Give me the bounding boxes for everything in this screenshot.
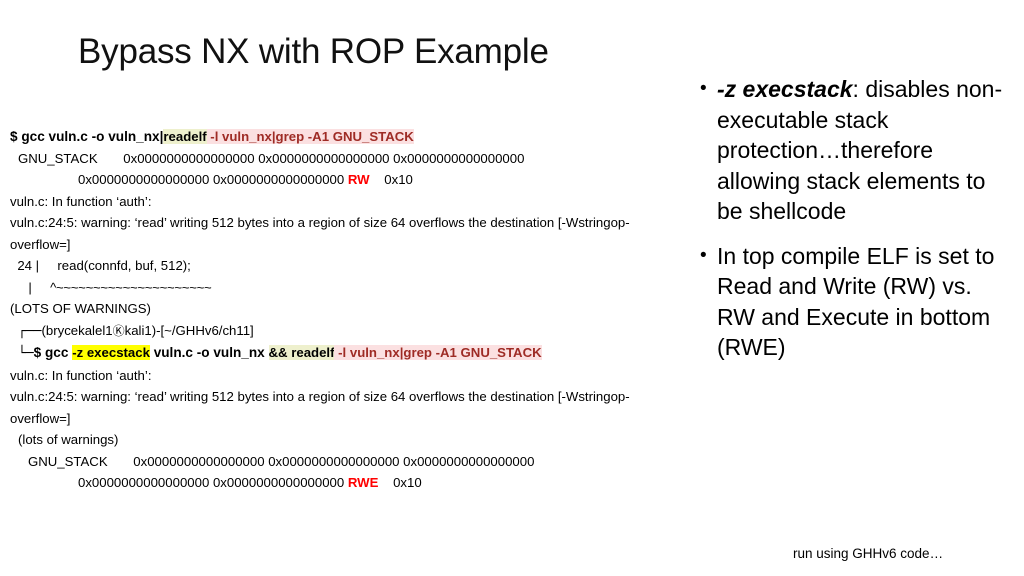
warning-1-bar: | xyxy=(10,279,51,295)
gnu-stack-output-2-line-2: 0x0000000000000000 0x0000000000000000 RW… xyxy=(10,472,682,494)
bullet-list: • -z execstack: disables non-executable … xyxy=(700,74,1010,377)
gnu-stack-output-2-line-1: GNU_STACK 0x0000000000000000 0x000000000… xyxy=(28,453,535,469)
warning-1-source-line: 24 | read(connfd, buf, 512); xyxy=(10,258,191,273)
command-2-source-out: vuln.c -o vuln_nx xyxy=(149,345,269,360)
bullet-point-icon: • xyxy=(700,244,707,266)
gnu-stack-output-2-addresses: 0x0000000000000000 0x0000000000000000 xyxy=(78,475,348,490)
command-2-grep-highlight: -l vuln_nx|grep -A1 GNU_STACK xyxy=(334,345,542,360)
gnu-stack-output-1-line-2: 0x0000000000000000 0x0000000000000000 RW… xyxy=(10,169,682,191)
prompt-host-path: kali1)-[~/GHHv6/ch11] xyxy=(124,322,254,338)
bullet-1-emphasis: -z execstack xyxy=(717,76,853,102)
gnu-stack-output-2-align: 0x10 xyxy=(378,475,422,490)
warning-1-carets: ^~~~~~~~~~~~~~~~~~~~~~ xyxy=(50,279,212,295)
stack-flags-rwe: RWE xyxy=(347,475,379,490)
warning-2-lots-note: (lots of warnings) xyxy=(18,432,119,447)
at-sign-icon: Ⓚ xyxy=(112,323,125,338)
gnu-stack-output-1-align: 0x10 xyxy=(369,172,413,187)
bullet-1-text: -z execstack: disables non-executable st… xyxy=(717,74,1010,227)
page-title: Bypass NX with ROP Example xyxy=(78,32,549,71)
warning-1-function: vuln.c: In function ‘auth’: xyxy=(10,193,152,209)
bullet-point-icon: • xyxy=(700,78,707,99)
list-item: • -z execstack: disables non-executable … xyxy=(700,74,1010,227)
bullet-2-body: In top compile ELF is set to Read and Wr… xyxy=(717,242,995,361)
box-drawing-top-icon: ┌── xyxy=(18,323,42,339)
gnu-stack-output-1-line-1: GNU_STACK 0x0000000000000000 0x000000000… xyxy=(18,150,525,166)
warning-2-overflow: vuln.c:24:5: warning: ‘read’ writing 512… xyxy=(10,389,630,426)
command-1-readelf-highlight: readelf xyxy=(163,129,207,144)
shell-prompt-symbol-2: $ xyxy=(33,345,45,360)
warning-1-caret-line: | ^~~~~~~~~~~~~~~~~~~~~~ xyxy=(10,277,682,299)
prompt-user: (brycekalel1 xyxy=(41,322,113,338)
warning-2-function: vuln.c: In function ‘auth’: xyxy=(10,367,152,383)
terminal-transcript: $ gcc vuln.c -o vuln_nx|readelf -l vuln_… xyxy=(10,126,682,494)
shell-prompt-symbol: $ xyxy=(10,129,22,144)
command-2-readelf-highlight: && readelf xyxy=(268,345,335,360)
box-drawing-bottom-icon: └─ xyxy=(18,346,34,361)
command-1-grep-highlight: -l vuln_nx|grep -A1 GNU_STACK xyxy=(206,129,414,144)
shell-prompt-path-line: ┌──(brycekalel1Ⓚkali1)-[~/GHHv6/ch11] xyxy=(10,320,682,343)
command-2-execstack-highlight: -z execstack xyxy=(72,345,150,360)
command-1-plain: gcc vuln.c -o vuln_nx| xyxy=(21,129,164,144)
stack-flags-rw: RW xyxy=(347,172,370,187)
footer-note: run using GHHv6 code… xyxy=(793,546,944,561)
terminal-command-line-2: └─$ gcc -z execstack vuln.c -o vuln_nx &… xyxy=(10,342,682,365)
gnu-stack-output-1-addresses: 0x0000000000000000 0x0000000000000000 xyxy=(78,172,348,187)
warning-1-lots-note: (LOTS OF WARNINGS) xyxy=(10,301,151,316)
terminal-command-line-1: $ gcc vuln.c -o vuln_nx|readelf -l vuln_… xyxy=(10,126,682,148)
bullet-2-text: In top compile ELF is set to Read and Wr… xyxy=(717,241,1010,363)
command-2-gcc: gcc xyxy=(45,345,73,360)
warning-1-overflow: vuln.c:24:5: warning: ‘read’ writing 512… xyxy=(10,215,630,252)
list-item: • In top compile ELF is set to Read and … xyxy=(700,241,1010,363)
